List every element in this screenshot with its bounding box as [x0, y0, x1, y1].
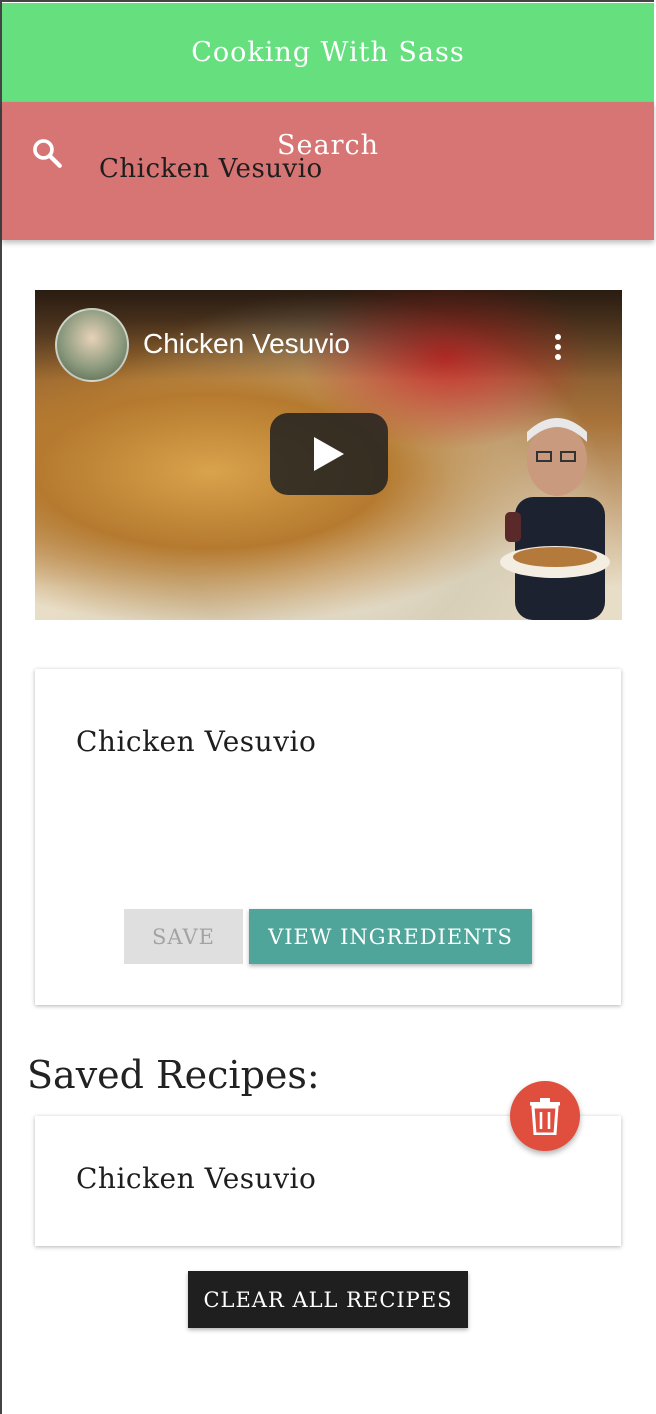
- video-title[interactable]: Chicken Vesuvio: [143, 328, 350, 360]
- trash-icon: [530, 1098, 560, 1135]
- saved-recipes-heading: Saved Recipes:: [27, 1053, 320, 1097]
- saved-recipe-title: Chicken Vesuvio: [76, 1162, 317, 1195]
- chef-image: [500, 418, 610, 620]
- video-player[interactable]: Chicken Vesuvio: [35, 290, 622, 620]
- app-title: Cooking With Sass: [191, 37, 465, 68]
- search-bar: Search Chicken Vesuvio: [2, 102, 654, 240]
- search-input[interactable]: Chicken Vesuvio: [99, 154, 323, 184]
- view-ingredients-button[interactable]: VIEW INGREDIENTS: [249, 909, 532, 964]
- play-icon: [314, 437, 344, 471]
- recipe-card: Chicken Vesuvio SAVE VIEW INGREDIENTS: [35, 669, 621, 1005]
- app-header: Cooking With Sass: [2, 3, 654, 102]
- clear-all-recipes-button[interactable]: CLEAR ALL RECIPES: [188, 1271, 468, 1328]
- more-vert-icon[interactable]: [550, 332, 566, 362]
- recipe-title: Chicken Vesuvio: [76, 725, 317, 758]
- channel-avatar[interactable]: [55, 308, 129, 382]
- delete-recipe-button[interactable]: [510, 1081, 580, 1151]
- play-button[interactable]: [270, 413, 388, 495]
- save-button[interactable]: SAVE: [124, 909, 243, 964]
